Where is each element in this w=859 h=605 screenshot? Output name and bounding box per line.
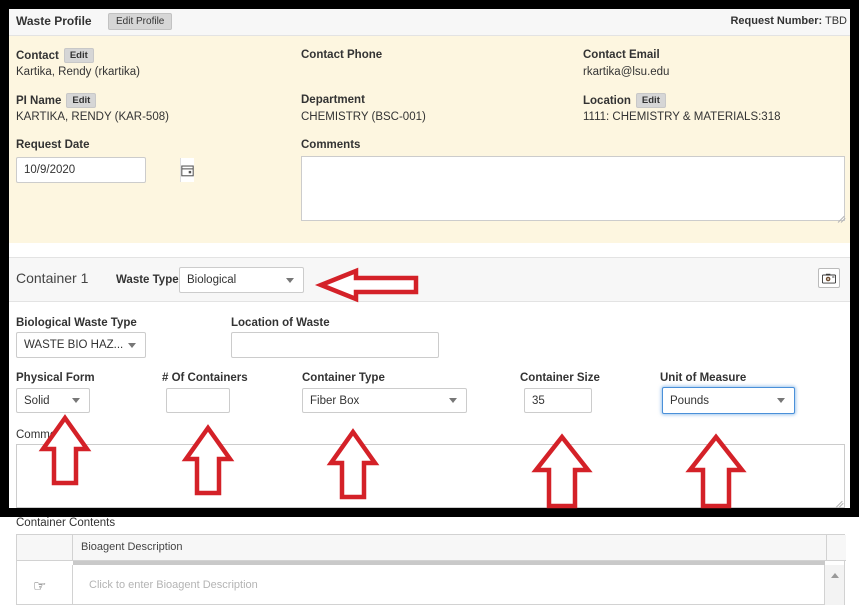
- container-comments-textarea[interactable]: [16, 444, 845, 508]
- location-of-waste-label: Location of Waste: [231, 317, 330, 329]
- request-date-field[interactable]: [16, 157, 146, 183]
- biological-waste-type-select[interactable]: WASTE BIO HAZ...: [16, 332, 146, 358]
- panel-separator: [0, 243, 859, 258]
- unit-of-measure-select[interactable]: Pounds: [662, 387, 795, 414]
- table-header-scroll-corner: [826, 535, 846, 560]
- container-type-select[interactable]: Fiber Box: [302, 388, 467, 413]
- edit-profile-button[interactable]: Edit Profile: [108, 13, 172, 30]
- table-vertical-scrollbar[interactable]: [824, 565, 844, 605]
- contact-email-label: Contact Email: [583, 49, 660, 61]
- table-header-gutter: [17, 535, 73, 560]
- container-title: Container 1: [16, 270, 88, 286]
- unit-of-measure-label: Unit of Measure: [660, 372, 746, 384]
- waste-type-label: Waste Type: [116, 274, 179, 286]
- pi-name-label: PI NameEdit: [16, 94, 96, 109]
- table-row[interactable]: ☞ Click to enter Bioagent Description: [17, 565, 846, 605]
- container-size-input[interactable]: [524, 388, 592, 413]
- calendar-icon[interactable]: [180, 158, 194, 182]
- profile-details-panel: ContactEdit Kartika, Rendy (rkartika) Co…: [0, 36, 859, 243]
- page-title: Waste Profile: [16, 14, 92, 28]
- waste-type-value: Biological: [180, 274, 286, 286]
- request-date-input[interactable]: [17, 158, 180, 182]
- camera-icon: [822, 273, 836, 284]
- request-number: Request Number: TBD: [730, 15, 847, 27]
- container-type-label: Container Type: [302, 372, 385, 384]
- table-header-row: Bioagent Description: [17, 535, 846, 561]
- container-section-header: Container 1 Waste Type: [0, 258, 859, 302]
- biological-waste-type-label: Biological Waste Type: [16, 317, 137, 329]
- department-label: Department: [301, 94, 365, 106]
- bioagent-description-placeholder[interactable]: Click to enter Bioagent Description: [89, 579, 258, 591]
- request-number-value: TBD: [825, 15, 847, 27]
- physical-form-value: Solid: [17, 395, 72, 407]
- container-size-label: Container Size: [520, 372, 600, 384]
- chevron-down-icon: [777, 398, 785, 403]
- waste-profile-page: Waste Profile Edit Profile Request Numbe…: [0, 0, 859, 605]
- edit-contact-button[interactable]: Edit: [64, 48, 94, 63]
- chevron-down-icon: [449, 398, 457, 403]
- container-contents-table: Bioagent Description ☞ Click to enter Bi…: [16, 534, 845, 605]
- camera-button[interactable]: [818, 268, 840, 288]
- contact-value: Kartika, Rendy (rkartika): [16, 66, 140, 78]
- physical-form-label: Physical Form: [16, 372, 95, 384]
- container-type-value: Fiber Box: [303, 395, 449, 407]
- container-contents-label: Container Contents: [16, 517, 115, 529]
- table-row-gutter: ☞: [17, 565, 73, 605]
- num-containers-stepper[interactable]: [166, 388, 230, 413]
- waste-profile-header: Waste Profile Edit Profile Request Numbe…: [0, 5, 859, 36]
- location-label: LocationEdit: [583, 94, 666, 109]
- unit-of-measure-value: Pounds: [663, 395, 777, 407]
- waste-type-select[interactable]: Biological: [179, 267, 304, 293]
- department-value: CHEMISTRY (BSC-001): [301, 111, 426, 123]
- contact-email-value: rkartika@lsu.edu: [583, 66, 669, 78]
- num-containers-label: # Of Containers: [162, 372, 248, 384]
- column-header-bioagent-description: Bioagent Description: [81, 541, 183, 553]
- edit-pi-name-button[interactable]: Edit: [66, 93, 96, 108]
- profile-comments-textarea[interactable]: [301, 156, 845, 221]
- contact-label: ContactEdit: [16, 49, 94, 64]
- edit-location-button[interactable]: Edit: [636, 93, 666, 108]
- location-value: 1111: CHEMISTRY & MATERIALS:318: [583, 111, 781, 123]
- chevron-down-icon: [286, 278, 294, 283]
- scroll-up-arrow-icon[interactable]: [831, 573, 839, 578]
- location-of-waste-input[interactable]: [231, 332, 439, 358]
- chevron-down-icon: [72, 398, 80, 403]
- request-date-label: Request Date: [16, 139, 90, 151]
- container-comments-label: Comments: [16, 429, 72, 441]
- biological-waste-type-value: WASTE BIO HAZ...: [17, 339, 128, 351]
- profile-comments-label: Comments: [301, 139, 360, 151]
- contact-phone-label: Contact Phone: [301, 49, 382, 61]
- chevron-down-icon: [128, 343, 136, 348]
- physical-form-select[interactable]: Solid: [16, 388, 90, 413]
- pointing-hand-icon: ☞: [33, 577, 46, 595]
- pi-name-value: KARTIKA, RENDY (KAR-508): [16, 111, 169, 123]
- request-number-label: Request Number:: [730, 15, 822, 27]
